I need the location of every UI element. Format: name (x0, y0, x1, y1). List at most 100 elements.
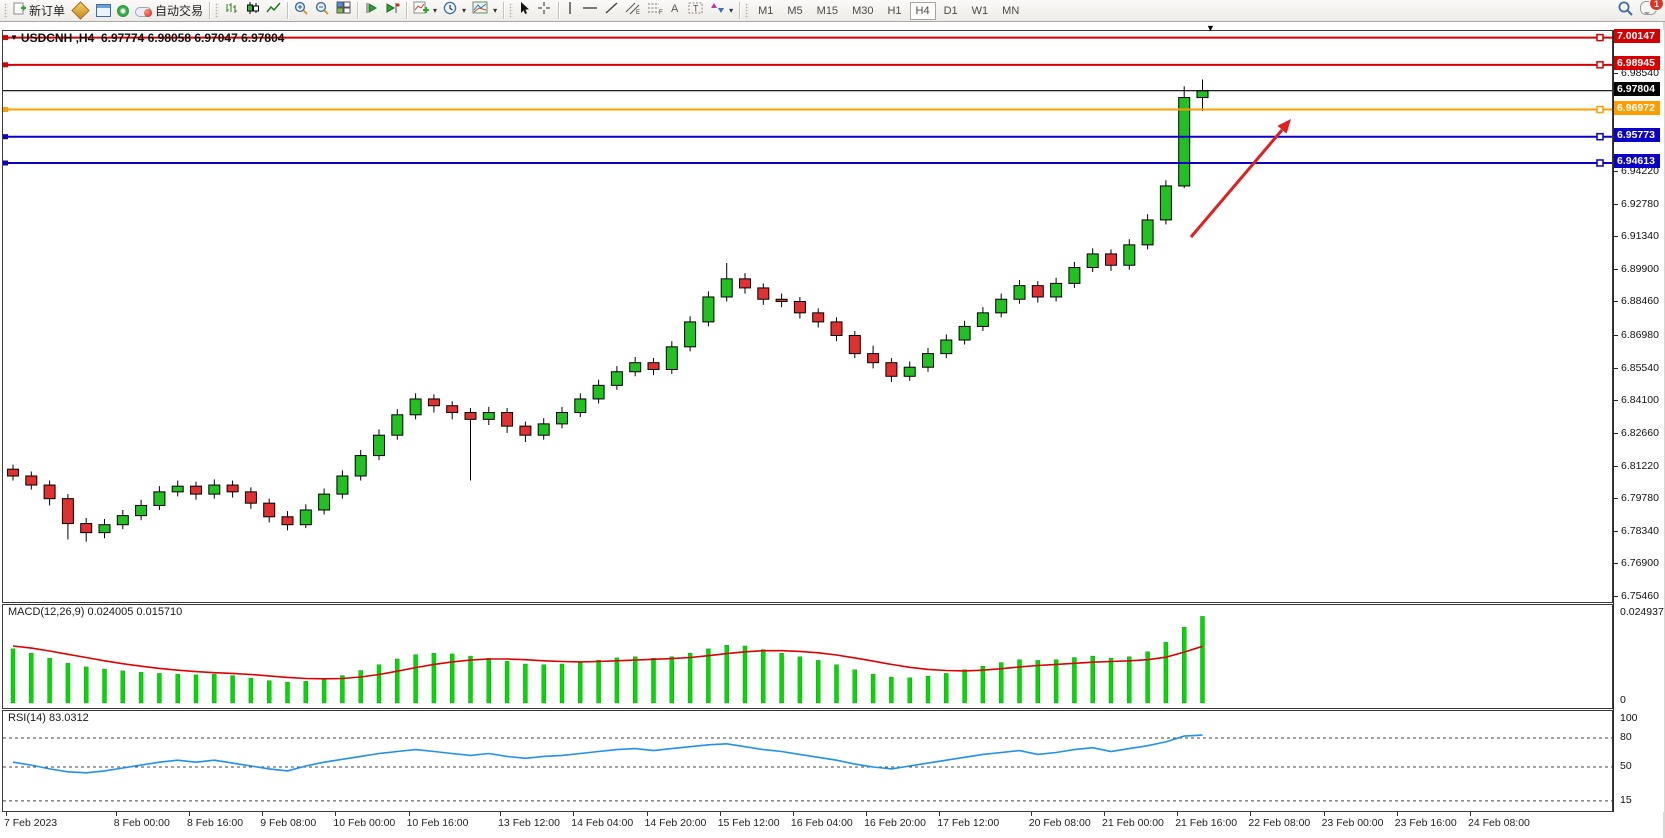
time-tick (409, 812, 410, 816)
indicators-button[interactable]: ▾ (410, 1, 440, 21)
data-window-icon (96, 4, 111, 17)
time-tick-label: 10 Feb 00:00 (333, 817, 395, 829)
price-tick-label: 6.84100 (1621, 394, 1659, 406)
auto-trading-icon (135, 5, 152, 17)
price-chart-panel[interactable] (2, 30, 1613, 603)
time-tick-label: 14 Feb 04:00 (571, 817, 633, 829)
chevron-down-icon: ▾ (493, 6, 497, 15)
price-tick-label: 6.86980 (1621, 329, 1659, 341)
svg-text:A: A (671, 3, 679, 15)
fibonacci-button[interactable]: F (644, 1, 666, 21)
time-tick (1397, 812, 1398, 816)
time-tick-label: 23 Feb 00:00 (1322, 817, 1384, 829)
text-label-button[interactable]: T (685, 1, 707, 21)
time-tick-label: 14 Feb 20:00 (645, 817, 707, 829)
timeframe-m1[interactable]: M1 (752, 2, 779, 20)
rsi-label: RSI(14) 83.0312 (8, 712, 89, 724)
auto-trading-button[interactable]: 自动交易 (132, 1, 206, 21)
zoom-out-icon (315, 1, 330, 21)
arrows-button[interactable]: ▾ (707, 1, 736, 21)
timeframe-h1[interactable]: H1 (881, 2, 907, 20)
time-tick-label: 20 Feb 08:00 (1029, 817, 1091, 829)
time-tick (647, 812, 648, 816)
price-tick (1614, 498, 1618, 499)
price-tick (1614, 433, 1618, 434)
bar-chart-button[interactable] (221, 1, 242, 21)
toolbar-grip[interactable] (4, 3, 8, 18)
toolbar-grip[interactable] (215, 3, 219, 18)
time-tick (189, 812, 190, 816)
price-line-label[interactable]: 6.95773 (1614, 128, 1660, 142)
top-toolbar: 新订单 自动交易 (0, 0, 1665, 22)
timeframe-m15[interactable]: M15 (811, 2, 844, 20)
templates-icon (472, 1, 489, 20)
candle-chart-button[interactable] (242, 1, 263, 21)
periods-button[interactable]: ▾ (440, 1, 469, 21)
horizontal-line-button[interactable] (579, 1, 601, 21)
fibonacci-icon: F (647, 1, 663, 20)
zoom-out-button[interactable] (312, 1, 333, 21)
cursor-button[interactable] (515, 1, 534, 21)
price-line-label[interactable]: 6.98945 (1614, 56, 1660, 70)
rsi-panel[interactable] (2, 710, 1613, 812)
timeframe-m30[interactable]: M30 (846, 2, 879, 20)
price-line-label[interactable]: 7.00147 (1614, 29, 1660, 43)
auto-scroll-button[interactable] (361, 1, 382, 21)
new-order-label: 新订单 (29, 2, 65, 19)
vertical-line-button[interactable] (562, 1, 579, 21)
notifications-button[interactable]: 1 (1640, 1, 1657, 20)
time-tick (262, 812, 263, 816)
price-tick (1614, 400, 1618, 401)
svg-text:F: F (659, 10, 663, 15)
vertical-line-icon (565, 1, 576, 20)
data-window-button[interactable] (93, 1, 114, 21)
timeframe-h4[interactable]: H4 (910, 2, 936, 20)
text-button[interactable]: A (666, 1, 685, 21)
new-order-button[interactable]: 新订单 (10, 1, 68, 21)
price-line-label[interactable]: 6.96972 (1614, 101, 1660, 115)
zoom-in-button[interactable] (291, 1, 312, 21)
time-tick (720, 812, 721, 816)
trendline-icon (604, 1, 619, 20)
time-tick-label: 13 Feb 12:00 (498, 817, 560, 829)
market-watch-button[interactable] (68, 1, 93, 21)
horizontal-line-icon (582, 1, 598, 20)
time-tick-label: 17 Feb 12:00 (937, 817, 999, 829)
chart-ohlc-values: 6.97774 6.98058 6.97047 6.97804 (101, 31, 285, 45)
strategy-signal-button[interactable] (114, 1, 132, 21)
timeframe-m5[interactable]: M5 (781, 2, 808, 20)
time-tick (500, 812, 501, 816)
tile-windows-button[interactable] (333, 1, 354, 21)
macd-axis-max: 0.024937 (1620, 606, 1664, 618)
rsi-axis-label: 50 (1620, 760, 1632, 772)
tile-windows-icon (336, 1, 351, 20)
chevron-down-icon: ▾ (462, 6, 466, 15)
line-chart-button[interactable] (263, 1, 284, 21)
toolbar-grip[interactable] (509, 3, 513, 18)
timeframe-mn[interactable]: MN (996, 2, 1025, 20)
toolbar-separator (503, 2, 504, 19)
crosshair-button[interactable] (534, 1, 555, 21)
price-tick-label: 6.75460 (1621, 590, 1659, 602)
chart-shift-button[interactable] (382, 1, 403, 21)
toolbar-separator (209, 2, 210, 19)
price-line-label[interactable]: 6.94613 (1614, 154, 1660, 168)
price-tick (1614, 466, 1618, 467)
timeframe-d1[interactable]: D1 (938, 2, 964, 20)
chart-symbol-period: USDCNH ,H4 (21, 31, 94, 45)
price-tick (1614, 269, 1618, 270)
trendline-button[interactable] (601, 1, 622, 21)
timeframe-w1[interactable]: W1 (966, 2, 995, 20)
price-tick (1614, 236, 1618, 237)
equidistant-channel-button[interactable]: E (622, 1, 644, 21)
chart-shift-marker-icon[interactable]: ▼ (1206, 23, 1215, 33)
templates-button[interactable]: ▾ (469, 1, 500, 21)
timeframe-group: M1M5M15M30H1H4D1W1MN (751, 2, 1026, 20)
time-tick (1031, 812, 1032, 816)
indicators-icon (413, 1, 429, 20)
toolbar-grip[interactable] (745, 3, 749, 18)
candle-chart-icon (245, 1, 260, 20)
price-tick-label: 6.88460 (1621, 295, 1659, 307)
search-icon[interactable] (1617, 0, 1634, 22)
macd-panel[interactable] (2, 604, 1613, 709)
